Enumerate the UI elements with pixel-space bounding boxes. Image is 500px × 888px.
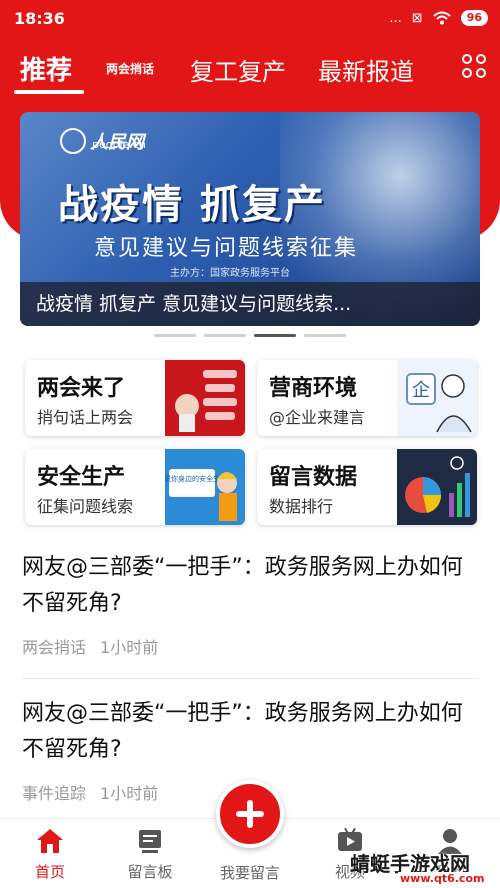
banner-host: 主办方：国家政务服务平台 [170,268,290,279]
svg-text:企: 企 [412,380,430,401]
news-time: 1小时前 [100,784,159,803]
card-business-environment[interactable]: 营商环境 @企业来建言 企 [257,360,477,436]
wifi-icon [433,11,451,25]
carousel-dot [154,334,196,337]
news-title: 网友@三部委“一把手”：政务服务网上办如何不留死角? [22,701,463,762]
two-sessions-thumb-icon [165,360,245,436]
battery-icon: 96 [460,10,488,26]
message-board-icon [139,830,161,853]
nav-home[interactable]: 首页 [10,827,90,882]
carousel-indicator [154,334,346,337]
signal-dots-icon: ... [389,10,402,26]
news-title: 网友@三部委“一把手”：政务服务网上办如何不留死角? [22,555,463,616]
divider [22,678,478,679]
tab-active-indicator [14,90,84,94]
post-message-button[interactable] [216,780,284,848]
data-chart-thumb-icon [397,449,477,525]
post-message-label: 我要留言 [219,864,280,882]
card-safety-production[interactable]: 安全生产 征集问题线索 说说你身边的安全生产 [25,449,245,525]
banner-carousel[interactable]: 人民网 people.cn 战疫情 抓复产 意见建议与问题线索征集 主办方：国家… [20,112,480,326]
carousel-dot-active [254,334,296,337]
status-bar: 18:36 ... ⊠ 96 [0,0,500,36]
card-two-sessions[interactable]: 两会来了 捎句话上两会 [25,360,245,436]
channel-tabs: 推荐 两会捎话 复工复产 最新报道 [0,44,500,94]
carousel-dot [204,334,246,337]
business-thumb-icon: 企 [397,360,477,436]
home-icon [37,829,63,853]
nav-message-board[interactable]: 留言板 [110,827,190,882]
tab-resume-work[interactable]: 复工复产 [190,52,286,87]
site-watermark: 蜻蜓手游戏网 www.qt6.com [350,852,487,885]
banner-caption: 战疫情 抓复产 意见建议与问题线索... [20,282,480,326]
plus-icon [236,800,264,828]
card-message-data[interactable]: 留言数据 数据排行 [257,449,477,525]
banner-headline: 战疫情 抓复产 [58,182,326,228]
safety-thumb-icon: 说说你身边的安全生产 [165,449,245,525]
status-icons: ... ⊠ 96 [389,10,488,26]
carousel-dot [304,334,346,337]
status-time: 18:36 [14,8,65,28]
banner-subtitle: 意见建议与问题线索征集 [94,236,359,261]
logo-url: people.cn [92,138,146,151]
tab-recommend[interactable]: 推荐 [20,50,72,87]
tab-two-sessions[interactable]: 两会捎话 [106,60,154,77]
no-sim-icon: ⊠ [411,10,423,26]
news-meta: 两会捎话 1小时前 [22,634,478,658]
news-time: 1小时前 [100,638,159,657]
news-item[interactable]: 网友@三部委“一把手”：政务服务网上办如何不留死角? 两会捎话 1小时前 [22,550,478,658]
news-category: 事件追踪 [22,784,87,803]
tab-latest-reports[interactable]: 最新报道 [318,52,414,87]
news-category: 两会捎话 [22,638,87,657]
logo-mark-icon [60,128,86,154]
channel-grid-icon[interactable] [462,54,486,78]
